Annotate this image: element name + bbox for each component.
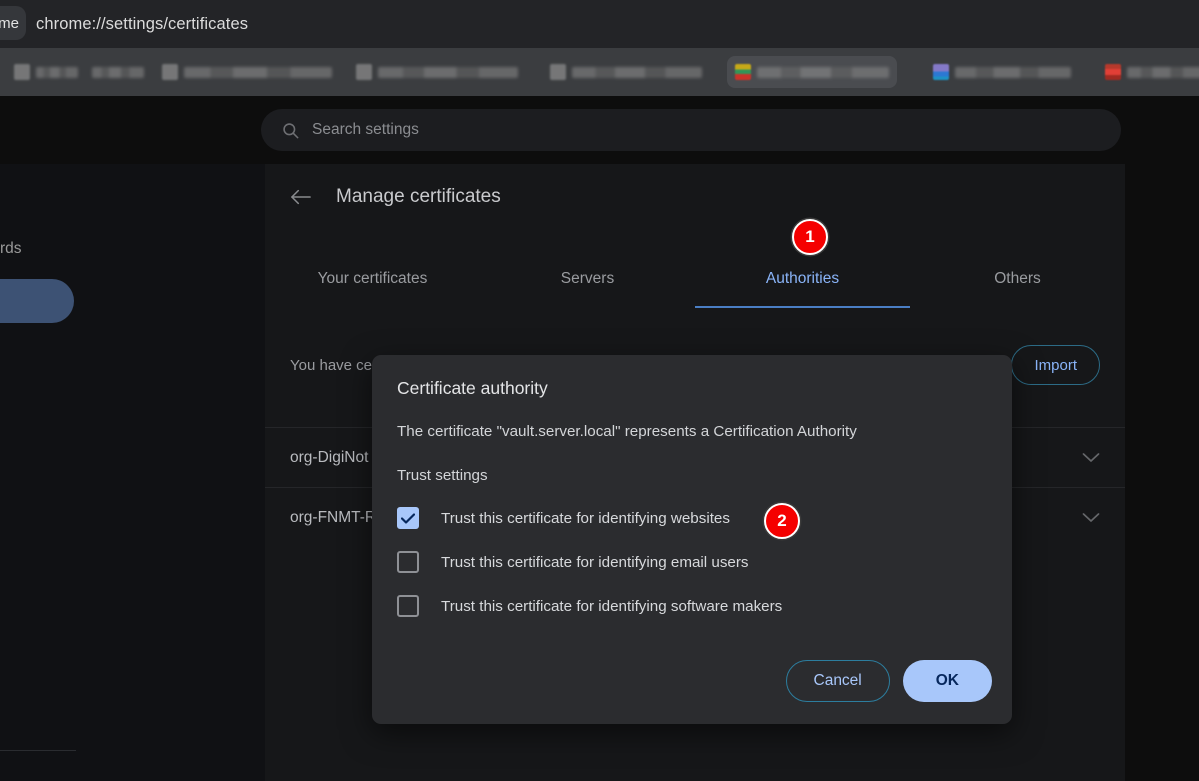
bookmark-label-redacted (378, 66, 518, 78)
address-bar[interactable]: chrome://settings/certificates (36, 0, 248, 48)
tab-label: Your certificates (317, 270, 428, 287)
sidebar-divider (0, 750, 76, 751)
sidebar-item-selected-pill[interactable] (0, 279, 74, 323)
search-icon (283, 122, 299, 138)
favicon-icon (550, 64, 566, 80)
tab-others[interactable]: Others (910, 260, 1125, 316)
bookmark-label-redacted (1127, 66, 1199, 78)
page-title: Manage certificates (336, 186, 501, 207)
browser-window: me chrome://settings/certificates rds Se… (0, 0, 1199, 781)
tab-your-certificates[interactable]: Your certificates (265, 260, 480, 316)
favicon-icon (1105, 64, 1121, 80)
bookmark-item[interactable] (6, 56, 86, 88)
sidebar-item-label-partial: rds (0, 240, 22, 257)
bookmark-label-redacted (757, 66, 889, 78)
bookmark-item-active[interactable] (727, 56, 897, 88)
dialog-description: The certificate "vault.server.local" rep… (397, 423, 857, 440)
trust-websites-row[interactable]: Trust this certificate for identifying w… (397, 507, 730, 529)
trust-email-row[interactable]: Trust this certificate for identifying e… (397, 551, 749, 573)
certificates-summary-text: You have ce (290, 356, 373, 374)
trust-software-label: Trust this certificate for identifying s… (441, 597, 783, 615)
check-icon (401, 512, 415, 524)
bookmark-label-redacted (572, 66, 702, 78)
trust-software-checkbox[interactable] (397, 595, 419, 617)
bookmark-item[interactable] (925, 56, 1079, 88)
tab-authorities[interactable]: Authorities (695, 260, 910, 316)
tab-label: Servers (560, 270, 615, 287)
bookmark-item[interactable] (84, 56, 152, 88)
favicon-icon (356, 64, 372, 80)
trust-websites-checkbox[interactable] (397, 507, 419, 529)
browser-tab-partial[interactable]: me (0, 6, 26, 40)
cancel-button[interactable]: Cancel (785, 660, 890, 702)
chevron-down-icon[interactable] (1082, 512, 1100, 523)
step-badge-2: 2 (764, 503, 800, 539)
trust-email-checkbox[interactable] (397, 551, 419, 573)
bookmark-item[interactable] (348, 56, 526, 88)
trust-software-row[interactable]: Trust this certificate for identifying s… (397, 595, 782, 617)
tab-servers[interactable]: Servers (480, 260, 695, 316)
trust-email-label: Trust this certificate for identifying e… (441, 553, 749, 571)
search-input[interactable]: Search settings (312, 121, 419, 139)
browser-tab-label: me (0, 14, 19, 32)
bookmark-item[interactable] (154, 56, 340, 88)
tab-label: Others (994, 270, 1041, 287)
ok-button[interactable]: OK (902, 660, 992, 702)
certificate-tabs: Your certificates Servers Authorities Ot… (265, 260, 1125, 316)
bookmark-label-redacted (184, 66, 332, 78)
bookmark-label-redacted (36, 66, 78, 78)
favicon-icon (735, 64, 751, 80)
favicon-icon (933, 64, 949, 80)
certificate-authority-dialog: Certificate authority The certificate "v… (372, 355, 1012, 724)
bookmark-label-redacted (955, 66, 1071, 78)
certificate-org-name: org-DigiNot (290, 448, 369, 466)
omnibox-strip: me chrome://settings/certificates (0, 0, 1199, 48)
settings-sidebar (0, 164, 265, 781)
tab-label: Authorities (765, 270, 840, 287)
certificate-org-name: org-FNMT-R (290, 508, 377, 526)
search-settings-bar[interactable]: Search settings (261, 109, 1121, 151)
address-bar-url: chrome://settings/certificates (36, 14, 249, 33)
import-button[interactable]: Import (1011, 345, 1100, 385)
trust-settings-label: Trust settings (397, 467, 488, 484)
bookmark-item[interactable] (542, 56, 710, 88)
bookmark-label-redacted (92, 66, 144, 78)
favicon-icon (14, 64, 30, 80)
bookmark-item[interactable] (1097, 56, 1199, 88)
dialog-title: Certificate authority (397, 378, 548, 398)
dialog-action-bar: Cancel OK (785, 660, 992, 702)
bookmarks-bar (0, 48, 1199, 96)
page-header: Manage certificates (290, 186, 501, 208)
chevron-down-icon[interactable] (1082, 452, 1100, 463)
step-badge-1: 1 (792, 219, 828, 255)
tab-selected-underline (695, 306, 910, 308)
arrow-left-icon[interactable] (290, 187, 312, 207)
trust-websites-label: Trust this certificate for identifying w… (441, 509, 730, 527)
favicon-icon (162, 64, 178, 80)
